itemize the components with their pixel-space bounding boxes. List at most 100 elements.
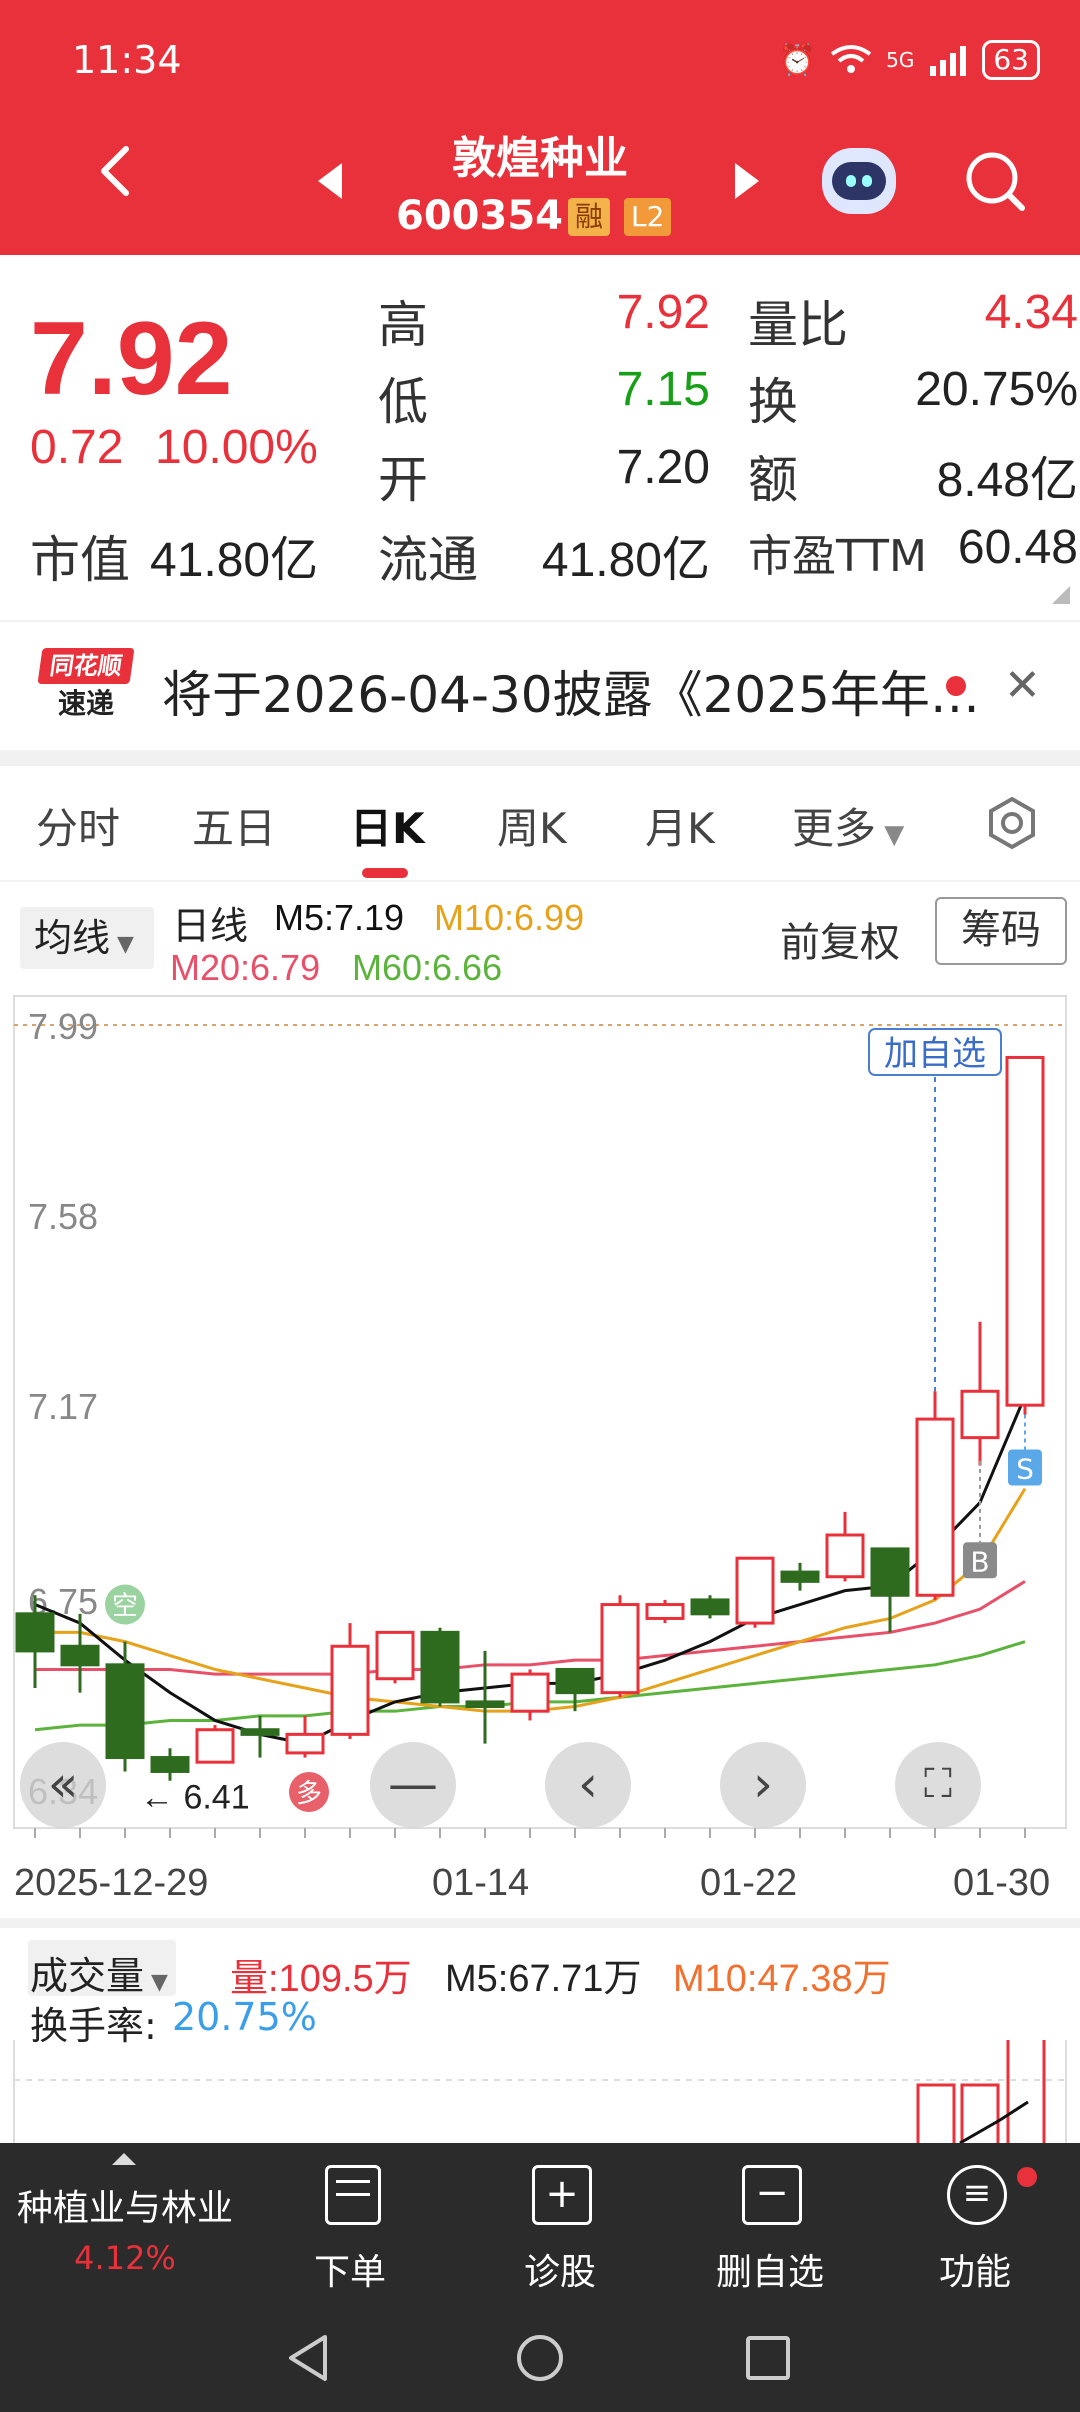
nav-recents-icon[interactable] xyxy=(745,2335,791,2381)
status-time: 11:34 xyxy=(72,38,182,82)
chevron-down-icon: ▼ xyxy=(144,1970,168,1995)
title-bar: 11:34 ⏰ 5G 63 敦煌种业 600354 融 L2 xyxy=(0,0,1080,255)
volume-chart xyxy=(13,2040,1067,2143)
next-stock-button[interactable] xyxy=(735,163,759,199)
candle-body xyxy=(60,1644,100,1667)
volume-ratio-label: 量比 xyxy=(748,296,848,354)
s-marker-label: S xyxy=(1016,1453,1034,1486)
tab-five-day[interactable]: 五日 xyxy=(192,795,276,856)
candle-body xyxy=(420,1630,460,1704)
market-cap-value: 41.80亿 xyxy=(150,534,319,587)
system-nav-bar xyxy=(0,2303,1080,2412)
market-cap-label: 市值 xyxy=(30,531,130,589)
tab-weekly-k[interactable]: 周K xyxy=(497,795,567,856)
news-headline[interactable]: 将于2026-04-30披露《2025年年… xyxy=(162,655,980,727)
signal-icon xyxy=(930,46,967,76)
ma5-legend: M5:7.19 xyxy=(274,897,405,938)
menu-circle-icon: ≡ xyxy=(947,2165,1007,2225)
zoom-out-icon[interactable]: — xyxy=(370,1742,456,1828)
notification-dot xyxy=(1017,2167,1037,2187)
pe-label: 市盈TTM xyxy=(748,531,927,582)
y-tick-label: 7.17 xyxy=(28,1386,98,1427)
rewind-icon[interactable]: « xyxy=(20,1742,106,1828)
candlestick-chart[interactable]: 7.997.587.176.756.34 7.92 →← 6.41加自选BS空多 xyxy=(0,990,1080,1850)
candle-body xyxy=(1005,1055,1045,1407)
volume-m5: M5:67.71万 xyxy=(445,1958,642,2000)
turnover-label: 换 xyxy=(748,373,798,431)
volume-bar xyxy=(916,2083,956,2143)
section-divider xyxy=(0,1918,1080,1928)
long-signal-label: 多 xyxy=(296,1779,322,1809)
candle-body xyxy=(195,1728,235,1764)
assistant-robot-icon[interactable] xyxy=(822,148,896,214)
tab-intraday[interactable]: 分时 xyxy=(36,795,120,856)
candle-body xyxy=(240,1728,280,1736)
candle-body xyxy=(15,1612,55,1653)
float-cap-label: 流通 xyxy=(378,531,478,589)
margin-badge: 融 xyxy=(568,198,611,236)
adjust-label[interactable]: 前复权 xyxy=(780,910,900,968)
turnover-value: 20.75% xyxy=(915,363,1078,416)
status-icons: ⏰ 5G 63 xyxy=(779,40,1040,80)
volume-select-button[interactable]: 成交量 ▼ xyxy=(30,1945,168,2000)
volume-ratio-value: 4.34 xyxy=(984,286,1078,339)
search-icon[interactable] xyxy=(962,148,1028,214)
candle-body xyxy=(735,1556,775,1625)
functions-button[interactable]: ≡ 功能 xyxy=(895,2143,1055,2303)
low-value: 7.15 xyxy=(616,363,710,416)
candle-body xyxy=(465,1700,505,1709)
x-tick-0122: 01-22 xyxy=(700,1862,798,1904)
order-icon xyxy=(325,2165,381,2225)
news-logo: 同花顺 速递 xyxy=(37,648,135,724)
candle-body xyxy=(870,1547,910,1597)
volume-value: 量:109.5万 xyxy=(230,1958,412,2000)
ma-select-button[interactable]: 均线 ▼ xyxy=(20,907,154,969)
volume-m10: M10:47.38万 xyxy=(673,1958,891,2000)
chevron-left-icon[interactable]: ‹ xyxy=(545,1742,631,1828)
amount-label: 额 xyxy=(748,451,798,509)
period-label: 日线 xyxy=(172,906,249,948)
amount-value: 8.48亿 xyxy=(936,454,1078,507)
ma20-legend: M20:6.79 xyxy=(170,947,321,988)
tab-daily-k[interactable]: 日K xyxy=(350,795,425,856)
chevron-right-icon[interactable]: › xyxy=(720,1742,806,1828)
nav-back-icon[interactable] xyxy=(285,2333,331,2383)
nav-home-icon[interactable] xyxy=(515,2333,565,2383)
settings-icon[interactable] xyxy=(984,795,1040,851)
candle-body xyxy=(285,1732,325,1755)
sector-button[interactable]: 种植业与林业 4.12% xyxy=(0,2143,250,2303)
tab-monthly-k[interactable]: 月K xyxy=(645,795,715,856)
tab-more[interactable]: 更多 ▼ xyxy=(792,795,904,856)
alarm-icon: ⏰ xyxy=(778,42,817,78)
bottom-toolbar: 种植业与林业 4.12% 下单 + 诊股 − 删自选 ≡ 功能 xyxy=(0,2143,1080,2303)
active-tab-indicator xyxy=(362,868,408,878)
diagnose-button[interactable]: + 诊股 xyxy=(480,2143,640,2303)
b-marker-label: B xyxy=(970,1545,989,1578)
low-label: 低 xyxy=(378,373,428,431)
chips-button[interactable]: 筹码 xyxy=(935,897,1067,965)
x-tick-0130: 01-30 xyxy=(953,1862,1051,1904)
chevron-down-icon: ▼ xyxy=(110,932,134,957)
open-value: 7.20 xyxy=(616,441,710,494)
divider xyxy=(0,620,1080,622)
candle-body xyxy=(690,1598,730,1616)
remove-watchlist-button[interactable]: − 删自选 xyxy=(690,2143,850,2303)
candle-body xyxy=(105,1663,145,1760)
candle-body xyxy=(960,1389,1000,1440)
candle-body xyxy=(510,1672,550,1713)
section-divider xyxy=(0,750,1080,766)
chevron-down-icon: ▼ xyxy=(876,820,905,850)
close-icon[interactable]: ✕ xyxy=(1004,660,1041,711)
order-button[interactable]: 下单 xyxy=(270,2143,430,2303)
candle-body xyxy=(330,1644,370,1736)
minus-box-icon: − xyxy=(742,2165,802,2225)
candle-body xyxy=(375,1630,415,1681)
short-signal-label: 空 xyxy=(112,1592,138,1622)
high-label: 高 xyxy=(378,296,428,354)
expand-quote-icon[interactable] xyxy=(1052,586,1070,604)
candle-body xyxy=(645,1603,685,1620)
volume-bar xyxy=(960,2083,1000,2143)
open-label: 开 xyxy=(378,451,428,509)
fullscreen-icon[interactable]: ⛶ xyxy=(895,1742,981,1828)
stock-code: 600354 xyxy=(396,193,563,239)
